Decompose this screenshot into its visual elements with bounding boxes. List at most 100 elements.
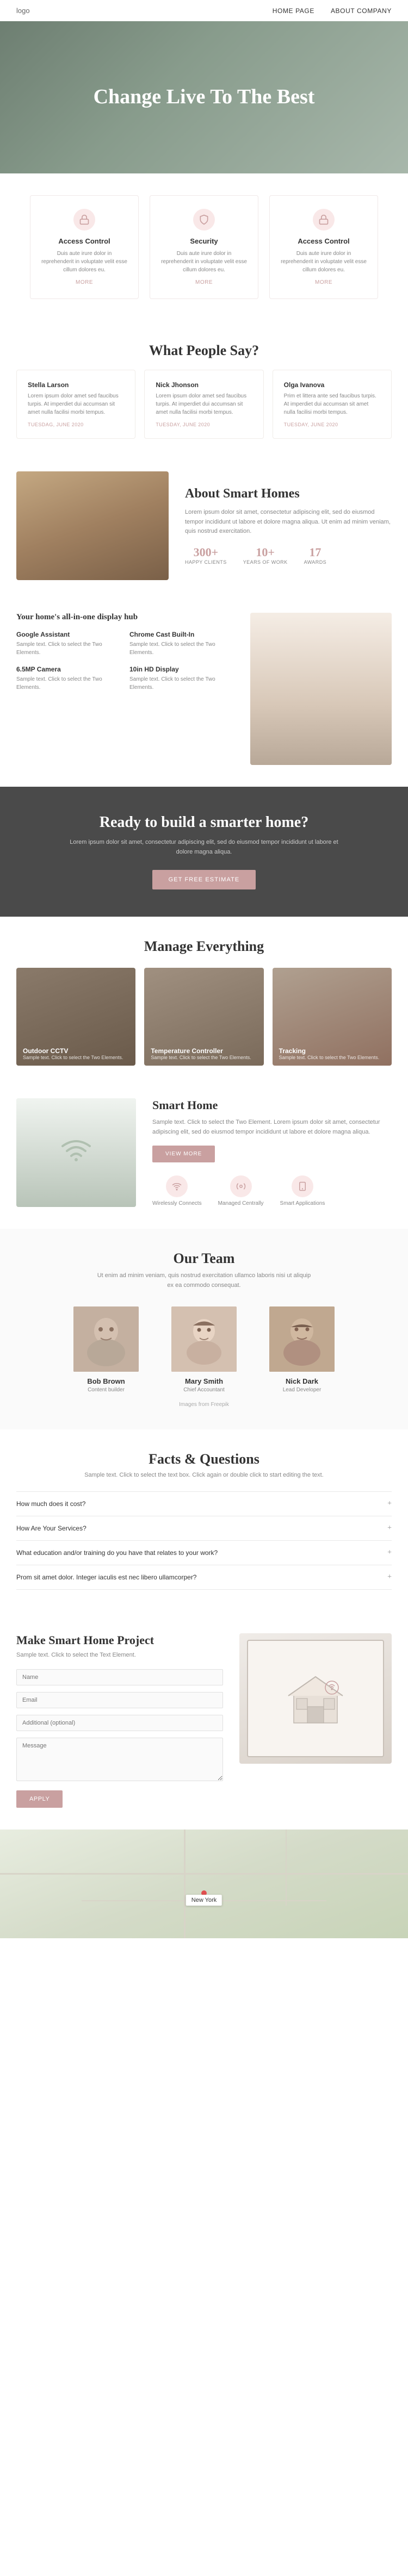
hub-right bbox=[250, 613, 392, 765]
nav-home[interactable]: HOME PAGE bbox=[273, 7, 314, 15]
hub-item-title-2: Chrome Cast Built-In bbox=[129, 631, 234, 638]
feature-more-1[interactable]: MORE bbox=[41, 279, 127, 285]
testimonial-text-1: Lorem ipsum dolor amet sed faucibus turp… bbox=[28, 392, 124, 416]
manage-grid: Outdoor CCTV Sample text. Click to selec… bbox=[16, 968, 392, 1066]
smart-home-view-more[interactable]: VIEW MORE bbox=[152, 1146, 215, 1162]
name-field[interactable] bbox=[16, 1669, 223, 1685]
manage-card-desc-temp: Sample text. Click to select the Two Ele… bbox=[151, 1055, 251, 1060]
message-field[interactable] bbox=[16, 1738, 223, 1781]
testimonial-date-2: TUESDAY, JUNE 2020 bbox=[156, 422, 252, 427]
hub-section: Your home's all-in-one display hub Googl… bbox=[0, 602, 408, 787]
avatar-mary bbox=[171, 1306, 237, 1372]
team-role-nick: Lead Developer bbox=[258, 1387, 345, 1393]
feature-more-3[interactable]: MORE bbox=[281, 279, 367, 285]
manage-card-title-tracking: Tracking bbox=[279, 1047, 379, 1055]
contact-image bbox=[239, 1633, 392, 1764]
hub-image bbox=[250, 613, 392, 765]
stat-label-3: AWARDS bbox=[304, 559, 327, 565]
map-road-v1 bbox=[184, 1830, 186, 1938]
faq-question-1: How much does it cost? bbox=[16, 1500, 85, 1508]
manage-card-desc-outdoor: Sample text. Click to select the Two Ele… bbox=[23, 1055, 123, 1060]
manage-card-desc-tracking: Sample text. Click to select the Two Ele… bbox=[279, 1055, 379, 1060]
contact-left: Make Smart Home Project Sample text. Cli… bbox=[16, 1633, 223, 1808]
smart-icon-label-1: Wirelessly Connects bbox=[152, 1200, 202, 1206]
form-group-name bbox=[16, 1669, 223, 1685]
map-background: New York bbox=[0, 1830, 408, 1938]
phone-field[interactable] bbox=[16, 1715, 223, 1731]
team-card-bob: Bob Brown Content builder bbox=[63, 1306, 150, 1393]
hero-title: Change Live To The Best bbox=[94, 85, 315, 110]
manage-card-temp: Temperature Controller Sample text. Clic… bbox=[144, 968, 263, 1066]
features-section: Access Control Duis aute irure dolor in … bbox=[0, 173, 408, 321]
submit-button[interactable]: APPLY bbox=[16, 1790, 63, 1808]
about-stats: 300+ HAPPY CLIENTS 10+ YEARS OF WORK 17 … bbox=[185, 545, 392, 565]
nav-links: HOME PAGE ABOUT COMPANY bbox=[273, 7, 392, 15]
feature-icon-3 bbox=[313, 209, 335, 231]
email-field[interactable] bbox=[16, 1692, 223, 1708]
manage-card-outdoor: Outdoor CCTV Sample text. Click to selec… bbox=[16, 968, 135, 1066]
hero-content: Change Live To The Best bbox=[94, 85, 315, 110]
feature-title-3: Access Control bbox=[281, 237, 367, 245]
map-road-h1 bbox=[0, 1873, 408, 1875]
smart-icon-3: Smart Applications bbox=[280, 1175, 325, 1206]
feature-more-2[interactable]: MORE bbox=[161, 279, 247, 285]
chevron-down-icon-4: + bbox=[387, 1573, 392, 1582]
manage-card-title-temp: Temperature Controller bbox=[151, 1047, 251, 1055]
manage-card-title-outdoor: Outdoor CCTV bbox=[23, 1047, 123, 1055]
faq-question-4: Prom sit amet dolor. Integer iaculis est… bbox=[16, 1573, 196, 1581]
faq-item-1[interactable]: How much does it cost? + bbox=[16, 1491, 392, 1516]
team-subtitle: Ut enim ad minim veniam, quis nostrud ex… bbox=[95, 1271, 313, 1290]
stat-label-2: YEARS OF WORK bbox=[243, 559, 288, 565]
feature-desc-3: Duis aute irure dolor in reprehenderit i… bbox=[281, 250, 367, 274]
testimonial-name-2: Nick Jhonson bbox=[156, 381, 252, 389]
testimonial-3: Olga Ivanova Prim et littera ante sed fa… bbox=[273, 370, 392, 439]
logo: logo bbox=[16, 7, 30, 15]
smart-icon-circle-1 bbox=[166, 1175, 188, 1197]
testimonial-2: Nick Jhonson Lorem ipsum dolor amet sed … bbox=[144, 370, 263, 439]
cta-title: Ready to build a smarter home? bbox=[16, 814, 392, 831]
testimonial-date-1: TUESDAG, JUNE 2020 bbox=[28, 422, 124, 427]
chevron-down-icon-3: + bbox=[387, 1548, 392, 1557]
team-card-mary: Mary Smith Chief Accountant bbox=[160, 1306, 248, 1393]
smart-icon-label-3: Smart Applications bbox=[280, 1200, 325, 1206]
smart-icon-circle-2 bbox=[230, 1175, 252, 1197]
contact-subtitle: Sample text. Click to select the Text El… bbox=[16, 1652, 223, 1658]
feature-card-2: Security Duis aute irure dolor in repreh… bbox=[150, 195, 258, 299]
hub-item-2: Chrome Cast Built-In Sample text. Click … bbox=[129, 631, 234, 657]
faq-item-2[interactable]: How Are Your Services? + bbox=[16, 1516, 392, 1540]
testimonial-1: Stella Larson Lorem ipsum dolor amet sed… bbox=[16, 370, 135, 439]
hub-title: Your home's all-in-one display hub bbox=[16, 613, 234, 622]
smart-home-section: Smart Home Sample text. Click to select … bbox=[0, 1087, 408, 1229]
feature-desc-1: Duis aute irure dolor in reprehenderit i… bbox=[41, 250, 127, 274]
manage-title: Manage Everything bbox=[16, 938, 392, 955]
feature-desc-2: Duis aute irure dolor in reprehenderit i… bbox=[161, 250, 247, 274]
manage-card-tracking: Tracking Sample text. Click to select th… bbox=[273, 968, 392, 1066]
about-title: About Smart Homes bbox=[185, 487, 392, 501]
smart-home-image bbox=[16, 1098, 136, 1207]
contact-form: APPLY bbox=[16, 1669, 223, 1808]
hub-item-1: Google Assistant Sample text. Click to s… bbox=[16, 631, 121, 657]
feature-title-1: Access Control bbox=[41, 237, 127, 245]
faq-item-3[interactable]: What education and/or training do you ha… bbox=[16, 1540, 392, 1565]
testimonial-date-3: TUESDAY, JUNE 2020 bbox=[284, 422, 380, 427]
faq-section: Facts & Questions Sample text. Click to … bbox=[0, 1429, 408, 1611]
cta-description: Lorem ipsum dolor sit amet, consectetur … bbox=[68, 838, 340, 857]
home-illustration bbox=[283, 1671, 348, 1726]
team-title: Our Team bbox=[16, 1250, 392, 1267]
contact-section: Make Smart Home Project Sample text. Cli… bbox=[0, 1611, 408, 1830]
team-name-nick: Nick Dark bbox=[258, 1377, 345, 1385]
map-section: New York bbox=[0, 1830, 408, 1938]
smart-icon-label-2: Managed Centrally bbox=[218, 1200, 264, 1206]
smart-home-image-inner bbox=[16, 1098, 136, 1207]
hub-item-desc-3: Sample text. Click to select the Two Ele… bbox=[16, 675, 121, 692]
nav-about[interactable]: ABOUT COMPANY bbox=[331, 7, 392, 15]
testimonial-text-2: Lorem ipsum dolor amet sed faucibus turp… bbox=[156, 392, 252, 416]
cta-button[interactable]: GET FREE ESTIMATE bbox=[152, 870, 256, 889]
faq-item-4[interactable]: Prom sit amet dolor. Integer iaculis est… bbox=[16, 1565, 392, 1590]
faq-subtitle: Sample text. Click to select the text bo… bbox=[16, 1472, 392, 1478]
manage-section: Manage Everything Outdoor CCTV Sample te… bbox=[0, 917, 408, 1087]
chevron-down-icon-1: + bbox=[387, 1499, 392, 1508]
team-name-mary: Mary Smith bbox=[160, 1377, 248, 1385]
testimonials-section: Stella Larson Lorem ipsum dolor amet sed… bbox=[0, 370, 408, 461]
contact-right bbox=[239, 1633, 392, 1808]
